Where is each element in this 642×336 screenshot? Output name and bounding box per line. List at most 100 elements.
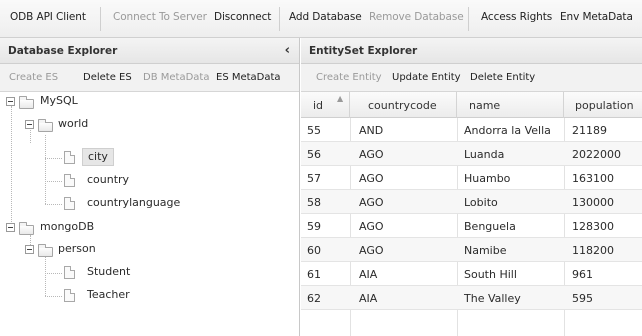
tree-node-person[interactable]: person: [0, 242, 200, 260]
table-row[interactable]: 59 AGO Benguela 128300: [301, 214, 642, 238]
column-header-label: countrycode: [368, 99, 437, 112]
entityset-explorer-actions: Create Entity Update Entity Delete Entit…: [301, 64, 642, 92]
es-metadata-button[interactable]: ES MetaData: [216, 72, 281, 83]
cell-countrycode: AND: [359, 124, 384, 137]
database-tree: MySQL world city country countrylanguage…: [0, 92, 299, 336]
table-row[interactable]: 57 AGO Huambo 163100: [301, 166, 642, 190]
sort-arrow-icon: ▲: [337, 94, 344, 103]
env-metadata-button[interactable]: Env MetaData: [560, 11, 633, 23]
cell-id: 60: [307, 244, 321, 257]
delete-entity-button[interactable]: Delete Entity: [470, 72, 535, 83]
entityset-explorer-panel: EntitySet Explorer Create Entity Update …: [301, 38, 642, 336]
delete-es-button[interactable]: Delete ES: [83, 72, 132, 83]
column-header-label: id: [313, 99, 324, 112]
add-database-button[interactable]: Add Database: [289, 11, 362, 23]
cell-id: 55: [307, 124, 321, 137]
cell-population: 163100: [572, 172, 614, 185]
cell-id: 61: [307, 268, 321, 281]
tree-node-mysql[interactable]: MySQL: [0, 94, 200, 112]
entity-grid-header: id ▲ countrycode name population: [301, 92, 642, 118]
column-header-label: name: [469, 99, 501, 112]
collapse-toggle-icon[interactable]: [6, 97, 15, 106]
collapse-toggle-icon[interactable]: [25, 245, 34, 254]
main-toolbar: ODB API Client Connect To Server Disconn…: [0, 0, 642, 38]
db-metadata-button[interactable]: DB MetaData: [143, 72, 209, 83]
entity-grid-body: 55 AND Andorra la Vella 21189 56 AGO Lua…: [301, 118, 642, 336]
access-rights-button[interactable]: Access Rights: [481, 11, 552, 23]
cell-countrycode: AGO: [359, 244, 384, 257]
collapse-toggle-icon[interactable]: [25, 120, 34, 129]
disconnect-button[interactable]: Disconnect: [214, 11, 271, 23]
cell-name: Benguela: [464, 220, 516, 233]
tree-node-country[interactable]: country: [0, 173, 200, 191]
cell-population: 118200: [572, 244, 614, 257]
file-icon: [64, 151, 75, 164]
tree-node-label: Teacher: [87, 288, 130, 301]
cell-countrycode: AGO: [359, 148, 384, 161]
table-row[interactable]: 55 AND Andorra la Vella 21189: [301, 118, 642, 142]
toolbar-separator: [100, 7, 101, 31]
tree-node-world[interactable]: world: [0, 117, 200, 135]
cell-population: 130000: [572, 196, 614, 209]
column-header-countrycode[interactable]: countrycode: [350, 92, 457, 118]
cell-id: 59: [307, 220, 321, 233]
cell-population: 128300: [572, 220, 614, 233]
database-explorer-panel: Database Explorer ‹ Create ES Delete ES …: [0, 38, 300, 336]
tree-node-student[interactable]: Student: [0, 265, 200, 283]
cell-name: Luanda: [464, 148, 505, 161]
tree-node-city[interactable]: city: [0, 148, 200, 168]
column-header-label: population: [575, 99, 634, 112]
create-entity-button[interactable]: Create Entity: [316, 72, 382, 83]
remove-database-button[interactable]: Remove Database: [369, 11, 464, 23]
update-entity-button[interactable]: Update Entity: [392, 72, 461, 83]
cell-name: Andorra la Vella: [464, 124, 551, 137]
cell-population: 961: [572, 268, 593, 281]
tree-node-teacher[interactable]: Teacher: [0, 288, 200, 306]
table-row[interactable]: 61 AIA South Hill 961: [301, 262, 642, 286]
cell-id: 57: [307, 172, 321, 185]
tree-node-label: world: [58, 117, 89, 130]
tree-node-label: mongoDB: [40, 220, 95, 233]
table-row[interactable]: 56 AGO Luanda 2022000: [301, 142, 642, 166]
column-header-name[interactable]: name: [457, 92, 564, 118]
tree-node-countrylanguage[interactable]: countrylanguage: [0, 196, 200, 214]
folder-icon: [38, 119, 53, 132]
collapse-toggle-icon[interactable]: [6, 223, 15, 232]
column-header-population[interactable]: population: [564, 92, 642, 118]
toolbar-separator: [279, 7, 280, 31]
file-icon: [64, 197, 75, 210]
cell-name: Huambo: [464, 172, 511, 185]
cell-name: The Valley: [464, 292, 521, 305]
tree-node-label: MySQL: [40, 94, 78, 107]
cell-name: Lobito: [464, 196, 498, 209]
file-icon: [64, 289, 75, 302]
cell-population: 2022000: [572, 148, 621, 161]
cell-population: 595: [572, 292, 593, 305]
tree-node-mongodb[interactable]: mongoDB: [0, 220, 200, 238]
cell-countrycode: AGO: [359, 196, 384, 209]
connect-to-server-button[interactable]: Connect To Server: [113, 11, 207, 23]
cell-countrycode: AIA: [359, 292, 378, 305]
cell-id: 56: [307, 148, 321, 161]
cell-countrycode: AIA: [359, 268, 378, 281]
cell-population: 21189: [572, 124, 607, 137]
folder-icon: [38, 244, 53, 257]
file-icon: [64, 266, 75, 279]
tree-node-label: Student: [87, 265, 131, 278]
entityset-explorer-title: EntitySet Explorer: [309, 45, 418, 57]
chevron-left-icon[interactable]: ‹: [285, 43, 290, 58]
table-row[interactable]: 58 AGO Lobito 130000: [301, 190, 642, 214]
create-es-button[interactable]: Create ES: [9, 72, 58, 83]
table-row[interactable]: 62 AIA The Valley 595: [301, 286, 642, 310]
table-row[interactable]: 60 AGO Namibe 118200: [301, 238, 642, 262]
odb-api-client-button[interactable]: ODB API Client: [10, 11, 86, 23]
cell-name: Namibe: [464, 244, 507, 257]
cell-name: South Hill: [464, 268, 517, 281]
cell-id: 62: [307, 292, 321, 305]
entityset-explorer-header: EntitySet Explorer: [301, 38, 642, 64]
database-explorer-title: Database Explorer: [8, 45, 118, 57]
tree-connector: [45, 135, 46, 204]
column-header-id[interactable]: id ▲: [301, 92, 350, 118]
database-explorer-header: Database Explorer ‹: [0, 38, 299, 64]
folder-icon: [19, 222, 34, 235]
